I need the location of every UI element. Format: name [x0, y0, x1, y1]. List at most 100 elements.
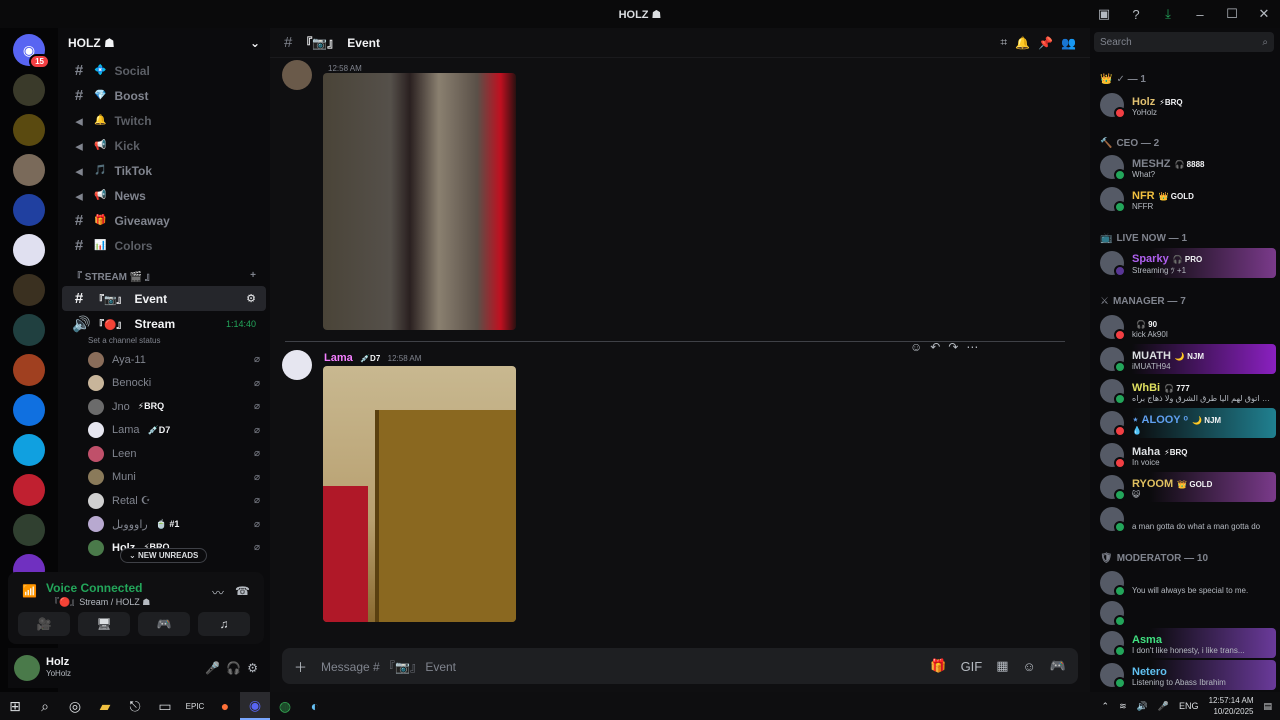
member-item[interactable]: RYOOM 👑 GOLD 😺: [1096, 472, 1276, 502]
gift-icon[interactable]: 🎁: [930, 658, 946, 674]
member-item[interactable]: [1096, 598, 1276, 628]
server-icon[interactable]: [13, 434, 45, 466]
help-icon[interactable]: ?: [1126, 4, 1146, 24]
reaction-icon[interactable]: ☺: [910, 340, 922, 354]
member-item[interactable]: Maha ⚡BRQ In voice: [1096, 440, 1276, 470]
epic-games-icon[interactable]: EPIC: [180, 692, 210, 720]
soundboard-button[interactable]: ♫: [198, 612, 250, 636]
activity-icon[interactable]: 🎮: [1050, 658, 1066, 674]
server-icon[interactable]: [13, 314, 45, 346]
forward-icon[interactable]: ↷: [948, 340, 958, 354]
bell-icon[interactable]: 🔔: [1015, 36, 1030, 50]
voice-user[interactable]: Retal ☪︎ ⌀: [58, 489, 270, 513]
new-unreads-pill[interactable]: ⌄ NEW UNREADS: [120, 548, 208, 563]
download-icon[interactable]: ⤓: [1158, 4, 1178, 24]
voice-connected-label[interactable]: Voice Connected: [46, 581, 142, 595]
camera-button[interactable]: 🎥: [18, 612, 70, 636]
add-channel-icon[interactable]: +: [250, 270, 256, 281]
message-input[interactable]: Message # 『📷』 Event: [321, 658, 456, 675]
chevron-up-icon[interactable]: ⌃: [1102, 701, 1110, 712]
emoji-icon[interactable]: ☺: [1023, 659, 1036, 674]
category-stream[interactable]: 『 STREAM 🎬 』 +: [58, 264, 270, 286]
member-item[interactable]: You will always be special to me.: [1096, 568, 1276, 598]
app-icon[interactable]: ⎋: [120, 692, 150, 720]
gif-icon[interactable]: GIF: [961, 659, 983, 674]
voice-user[interactable]: راوووبل 🍵 #1 ⌀: [58, 513, 270, 537]
channel-tiktok[interactable]: ◂ 🎵 TikTok: [62, 158, 266, 183]
member-item[interactable]: 🎧 90 kick Ak90I: [1096, 312, 1276, 342]
image-attachment[interactable]: [323, 366, 516, 622]
server-icon-holz[interactable]: [13, 74, 45, 106]
wifi-icon[interactable]: ≋: [1119, 701, 1127, 712]
noise-suppression-icon[interactable]: 〰: [212, 584, 224, 601]
channel-giveaway[interactable]: # 🎁 Giveaway: [62, 208, 266, 233]
member-item[interactable]: MUATH 🌙 NJM iMUATH94: [1096, 344, 1276, 374]
avatar[interactable]: [14, 655, 40, 681]
member-item[interactable]: WhBi 🎧 777 يم اني اتوق لهم اليا طرق الشرق …: [1096, 376, 1276, 406]
search-input[interactable]: Search ⌕: [1094, 32, 1274, 52]
server-icon[interactable]: [13, 234, 45, 266]
activities-button[interactable]: 🎮: [138, 612, 190, 636]
voice-user[interactable]: Benocki ⌀: [58, 372, 270, 396]
file-explorer-icon[interactable]: ▰: [90, 692, 120, 720]
server-icon[interactable]: [13, 354, 45, 386]
member-item[interactable]: ⋆ ALOOY ᵒ 🌙 NJM 💧: [1096, 408, 1276, 438]
voice-user[interactable]: Muni ⌀: [58, 466, 270, 490]
channel-colors[interactable]: # 📊 Colors: [62, 233, 266, 258]
member-list-icon[interactable]: 👥: [1061, 36, 1076, 50]
close-button[interactable]: ✕: [1254, 4, 1274, 24]
server-icon-nfr[interactable]: [13, 114, 45, 146]
message-author[interactable]: Lama: [324, 352, 353, 364]
share-screen-button[interactable]: 🖥: [78, 612, 130, 636]
app-icon[interactable]: ▭: [150, 692, 180, 720]
chrome-icon[interactable]: ◍: [270, 692, 300, 720]
search-icon[interactable]: ⌕: [30, 692, 60, 720]
notifications-icon[interactable]: ▤: [1263, 701, 1272, 712]
member-item[interactable]: NFR 👑 GOLD NFFR: [1096, 184, 1276, 214]
discord-taskbar-icon[interactable]: ◉: [240, 692, 270, 720]
member-item[interactable]: MESHZ 🎧 8888 What?: [1096, 152, 1276, 182]
disconnect-icon[interactable]: ☎: [235, 584, 250, 598]
maximize-button[interactable]: ☐: [1222, 4, 1242, 24]
channel-event[interactable]: # 『📷』 Event ⚙: [62, 286, 266, 311]
task-view-icon[interactable]: ◎: [60, 692, 90, 720]
mic-icon[interactable]: 🎤: [1158, 701, 1169, 712]
firefox-icon[interactable]: ●: [210, 692, 240, 720]
gear-icon[interactable]: ⚙: [246, 292, 256, 305]
member-item[interactable]: Asma I don't like honesty, i like trans..…: [1096, 628, 1276, 658]
member-item[interactable]: Sparky 🎧 PRO Streaming ﾂ +1: [1096, 248, 1276, 278]
headphones-icon[interactable]: 🎧: [226, 661, 241, 675]
language-indicator[interactable]: ENG: [1179, 701, 1199, 711]
steam-icon[interactable]: ◐: [300, 692, 330, 720]
image-attachment[interactable]: [323, 73, 516, 330]
channel-news[interactable]: ◂ 📢 News: [62, 183, 266, 208]
message-composer[interactable]: ＋ Message # 『📷』 Event 🎁 GIF ▦ ☺ 🎮: [282, 648, 1078, 684]
start-button[interactable]: ⊞: [0, 692, 30, 720]
guild-header[interactable]: HOLZ ☗ ⌄: [58, 28, 270, 58]
clock[interactable]: 12:57:14 AM 10/20/2025: [1209, 695, 1254, 717]
voice-user[interactable]: Leen ⌀: [58, 442, 270, 466]
server-icon[interactable]: [13, 394, 45, 426]
voice-connected-channel[interactable]: 『🔴』Stream / HOLZ ☗: [50, 595, 150, 608]
voice-user[interactable]: Aya-11 ⌀: [58, 348, 270, 372]
threads-icon[interactable]: ⌗: [1000, 35, 1007, 50]
sticker-icon[interactable]: ▦: [996, 658, 1008, 674]
pin-icon[interactable]: 📌: [1038, 36, 1053, 50]
channel-status[interactable]: Set a channel status: [58, 336, 270, 348]
voice-user[interactable]: Lama 💉D7 ⌀: [58, 419, 270, 443]
avatar[interactable]: [282, 350, 312, 380]
server-icon[interactable]: [13, 154, 45, 186]
channel-boost[interactable]: # 💎 Boost: [62, 83, 266, 108]
server-icon[interactable]: [13, 474, 45, 506]
channel-twitch[interactable]: ◂ 🔔 Twitch: [62, 108, 266, 133]
server-icon[interactable]: [13, 514, 45, 546]
microphone-icon[interactable]: 🎤: [205, 661, 220, 675]
channel-kick[interactable]: ◂ 📢 Kick: [62, 133, 266, 158]
inbox-icon[interactable]: ▣: [1094, 4, 1114, 24]
add-attachment-icon[interactable]: ＋: [294, 657, 307, 676]
discord-home-button[interactable]: ◉ 15: [13, 34, 50, 69]
minimize-button[interactable]: –: [1190, 4, 1210, 24]
member-item[interactable]: a man gotta do what a man gotta do: [1096, 504, 1276, 534]
reply-icon[interactable]: ↶: [930, 340, 940, 354]
channel-social[interactable]: # 💠 Social: [62, 58, 266, 83]
